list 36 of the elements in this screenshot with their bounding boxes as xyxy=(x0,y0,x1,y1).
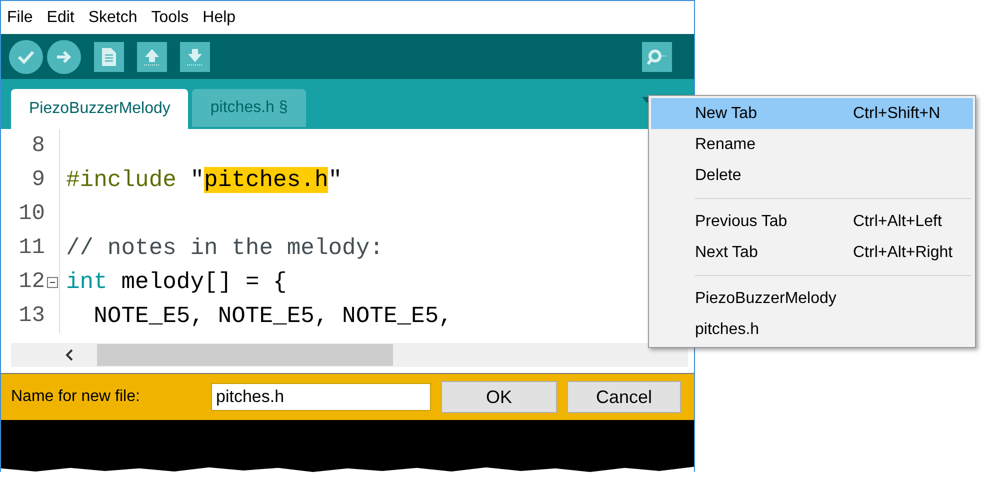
menu-item[interactable]: Sketch xyxy=(88,8,138,26)
upload-button[interactable] xyxy=(47,40,81,74)
line-number: 13 xyxy=(18,302,45,330)
editor-tab[interactable]: PiezoBuzzerMelody xyxy=(11,89,188,129)
horizontal-scrollbar[interactable] xyxy=(11,343,688,367)
line-number: 11 xyxy=(18,234,45,262)
menu-item[interactable]: Tools xyxy=(151,8,189,26)
check-icon xyxy=(17,50,35,64)
right-arrow-icon xyxy=(55,48,73,64)
scrollbar-thumb[interactable] xyxy=(97,344,393,366)
line-number: 8 xyxy=(30,132,45,160)
document-icon xyxy=(101,46,117,66)
menu-item[interactable]: Help xyxy=(202,8,236,26)
code-line: int melody[] = { xyxy=(65,268,287,297)
new-button[interactable] xyxy=(94,42,124,72)
dialog-button[interactable]: OK xyxy=(441,381,557,413)
line-number: 9 xyxy=(30,166,45,194)
serial-monitor-button[interactable] xyxy=(642,42,672,72)
save-button[interactable] xyxy=(180,42,210,72)
line-number: 10 xyxy=(18,200,45,228)
field-label: Name for new file: xyxy=(11,388,141,406)
menu-item[interactable]: File xyxy=(7,8,33,26)
open-button[interactable] xyxy=(137,42,167,72)
code-line: NOTE_E5, NOTE_E5, NOTE_E5, xyxy=(92,302,452,331)
dialog-button[interactable]: Cancel xyxy=(567,381,681,413)
file-name-field[interactable]: pitches.h xyxy=(211,383,431,411)
magnifier-icon xyxy=(646,48,668,66)
down-arrow-icon xyxy=(185,46,205,66)
menu-item[interactable]: Edit xyxy=(46,8,74,26)
line-number: 12 xyxy=(18,268,45,296)
up-arrow-icon xyxy=(142,46,162,66)
code-line: #include "pitches.h" xyxy=(65,166,342,195)
verify-button[interactable] xyxy=(9,40,43,74)
menu-item[interactable]: New Tab Ctrl+Shift+N xyxy=(651,98,973,129)
code-line: // notes in the melody: xyxy=(65,234,384,263)
fold-icon[interactable] xyxy=(46,276,58,288)
